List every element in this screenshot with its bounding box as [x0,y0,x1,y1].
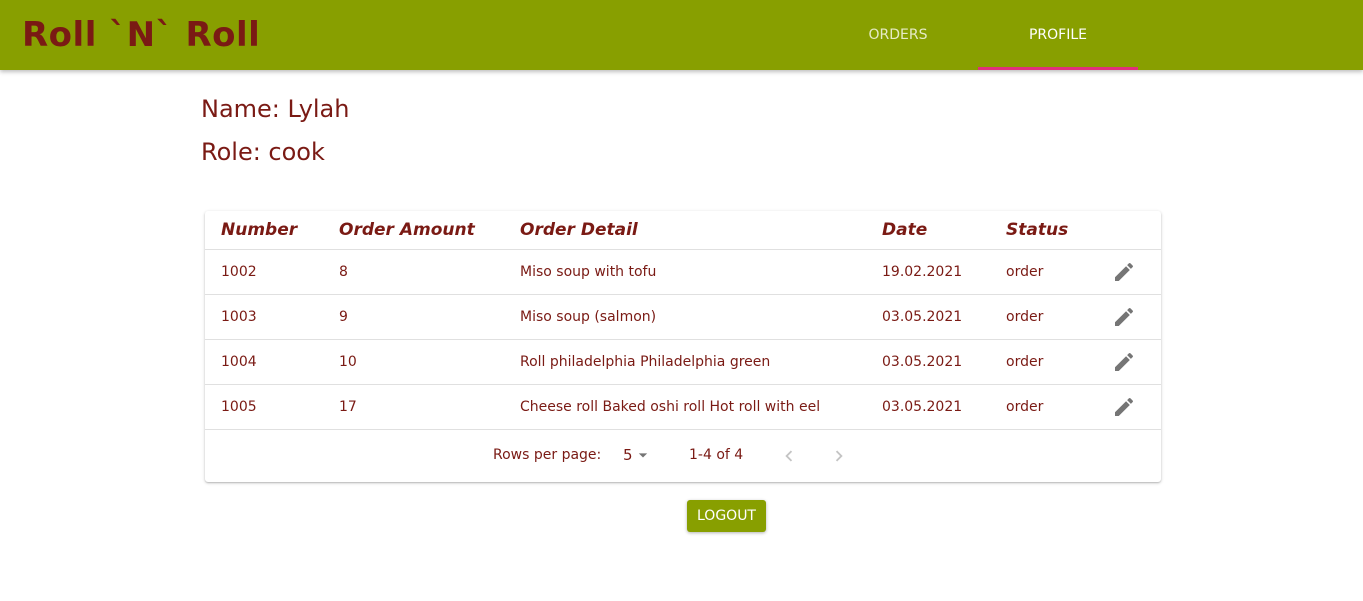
caret-down-icon [638,453,647,458]
cell-status: order [990,384,1087,430]
column-header-status[interactable]: Status [990,211,1087,250]
app-logo: Roll `N` Roll [22,15,261,55]
column-header-number[interactable]: Number [205,211,323,250]
pencil-icon [1115,262,1134,281]
cell-date: 03.05.2021 [866,384,990,430]
previous-page-button[interactable] [773,440,805,472]
column-header-order-detail[interactable]: Order Detail [504,211,866,250]
page-range: 1-4 of 4 [689,447,744,463]
table-row: 1004 10 Roll philadelphia Philadelphia g… [205,339,1161,385]
cell-detail: Cheese roll Baked oshi roll Hot roll wit… [504,384,866,430]
profile-role: Role: cook [201,138,325,166]
table-row: 1003 9 Miso soup (salmon) 03.05.2021 ord… [205,294,1161,340]
column-header-date[interactable]: Date [866,211,990,250]
tab-profile[interactable]: PROFILE [978,0,1138,70]
column-header-actions [1087,211,1161,250]
logout-button[interactable]: LOGOUT [687,500,766,532]
cell-detail: Roll philadelphia Philadelphia green [504,339,866,385]
tab-orders[interactable]: ORDERS [818,0,978,70]
active-tab-indicator [978,67,1138,70]
table-header-row: Number Order Amount Order Detail Date St… [205,211,1161,250]
cell-amount: 17 [323,384,504,430]
edit-button[interactable] [1108,391,1140,423]
app-bar: Roll `N` Roll ORDERS PROFILE [0,0,1363,70]
rows-per-page-select[interactable]: 5 [623,445,653,465]
table-row: 1002 8 Miso soup with tofu 19.02.2021 or… [205,249,1161,295]
edit-button[interactable] [1108,346,1140,378]
cell-amount: 10 [323,339,504,385]
column-header-order-amount[interactable]: Order Amount [323,211,504,250]
cell-status: order [990,339,1087,385]
cell-number: 1002 [205,249,323,295]
rows-per-page-label: Rows per page: [493,447,602,463]
edit-button[interactable] [1108,301,1140,333]
cell-amount: 9 [323,294,504,340]
cell-date: 03.05.2021 [866,339,990,385]
pencil-icon [1115,352,1134,371]
table-pagination: Rows per page: 5 1-4 of 4 [205,431,1161,481]
orders-table-card: Number Order Amount Order Detail Date St… [205,211,1161,482]
cell-detail: Miso soup (salmon) [504,294,866,340]
cell-number: 1004 [205,339,323,385]
pencil-icon [1115,307,1134,326]
next-page-button[interactable] [823,440,855,472]
chevron-left-icon [785,450,793,462]
cell-amount: 8 [323,249,504,295]
cell-detail: Miso soup with tofu [504,249,866,295]
edit-button[interactable] [1108,256,1140,288]
cell-date: 03.05.2021 [866,294,990,340]
table-row: 1005 17 Cheese roll Baked oshi roll Hot … [205,384,1161,430]
pencil-icon [1115,397,1134,416]
rows-per-page-value: 5 [623,446,633,464]
cell-status: order [990,249,1087,295]
cell-number: 1003 [205,294,323,340]
profile-name: Name: Lylah [201,95,350,123]
cell-date: 19.02.2021 [866,249,990,295]
orders-table: Number Order Amount Order Detail Date St… [205,211,1161,430]
chevron-right-icon [835,450,843,462]
cell-number: 1005 [205,384,323,430]
cell-status: order [990,294,1087,340]
